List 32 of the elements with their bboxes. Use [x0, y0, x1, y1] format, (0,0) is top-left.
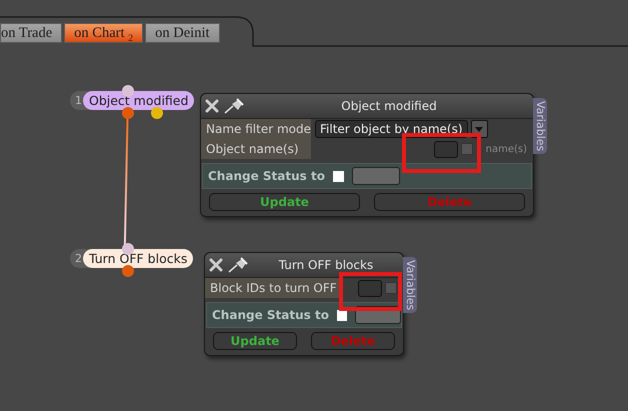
- output-port-icon[interactable]: [122, 265, 134, 277]
- field-label: Block IDs to turn OFF: [205, 278, 340, 298]
- checkbox[interactable]: [332, 170, 344, 182]
- node-label[interactable]: Object modified: [83, 91, 194, 110]
- close-icon[interactable]: [209, 258, 223, 272]
- input-port-icon[interactable]: [122, 85, 134, 97]
- status-label: Change Status to: [208, 169, 325, 183]
- pin-icon[interactable]: [227, 257, 249, 273]
- tab[interactable]: on Deinit: [145, 23, 220, 43]
- input-field[interactable]: [358, 280, 382, 296]
- update-button[interactable]: Update: [213, 332, 297, 350]
- tab[interactable]: on Chart $_{2}$: [64, 23, 144, 43]
- status-label: Change Status to: [212, 308, 329, 322]
- input-field[interactable]: [434, 140, 458, 158]
- close-icon[interactable]: [205, 99, 219, 113]
- tab[interactable]: on Trade: [0, 23, 62, 43]
- field-hint: name(s): [486, 144, 527, 154]
- checkbox[interactable]: [385, 282, 397, 294]
- variables-tab[interactable]: Variables: [533, 98, 547, 154]
- node-label[interactable]: Turn OFF blocks: [83, 249, 194, 268]
- output-port-icon[interactable]: [151, 107, 163, 119]
- checkbox[interactable]: [460, 143, 473, 155]
- panel-title: Turn OFF blocks: [278, 258, 374, 272]
- variables-tab[interactable]: Variables: [403, 257, 417, 314]
- update-button[interactable]: Update: [209, 193, 360, 211]
- status-field[interactable]: [352, 167, 400, 185]
- output-port-icon[interactable]: [122, 107, 134, 119]
- pin-icon[interactable]: [223, 98, 245, 114]
- input-port-icon[interactable]: [122, 243, 134, 255]
- field-label: Name filter mode: [201, 119, 311, 139]
- field-label: Object name(s): [201, 139, 311, 159]
- panel-title: Object modified: [340, 99, 438, 113]
